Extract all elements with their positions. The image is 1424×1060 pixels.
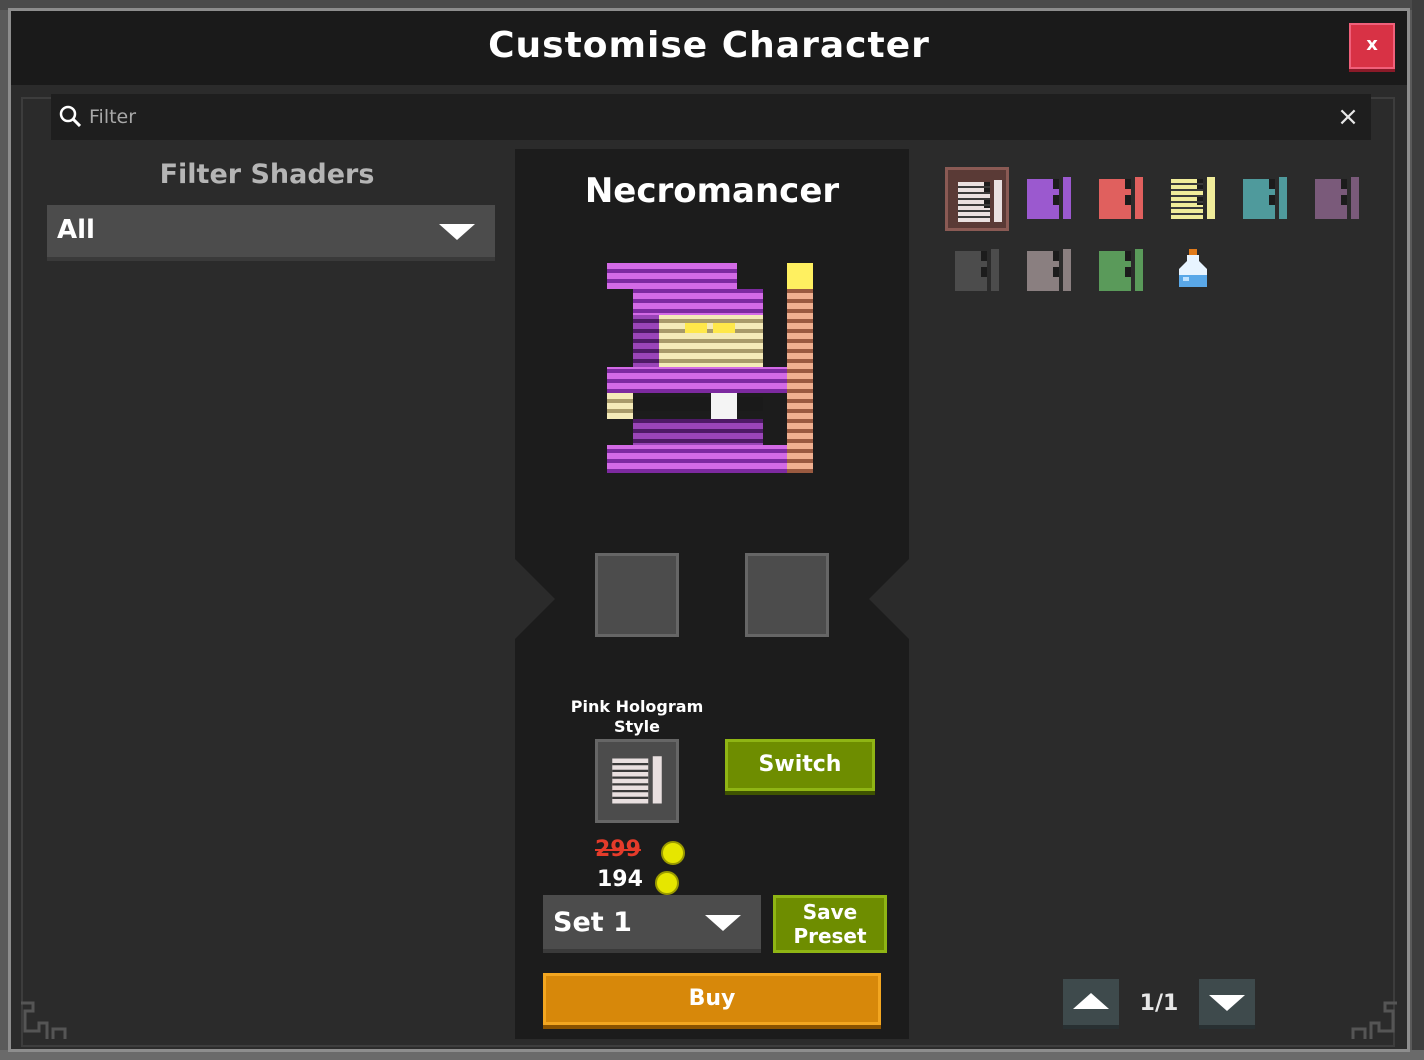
customise-character-window: Customise Character x × Filter Shaders A… xyxy=(8,8,1410,1052)
shader-icon xyxy=(1243,177,1287,219)
chevron-down-icon xyxy=(1209,995,1245,1011)
close-button[interactable]: x xyxy=(1349,23,1395,69)
shader-icon xyxy=(1027,177,1071,219)
chevron-down-icon xyxy=(439,224,475,240)
filter-shaders-dropdown[interactable]: All xyxy=(47,205,495,261)
clear-search-icon[interactable]: × xyxy=(1335,102,1361,132)
sale-price: 194 xyxy=(597,867,643,892)
panel-notch-left xyxy=(515,559,555,639)
shader-grid xyxy=(945,167,1395,327)
window-title: Customise Character xyxy=(488,25,930,66)
potion-icon xyxy=(1179,249,1207,287)
shader-icon xyxy=(1315,177,1359,219)
background-right xyxy=(1412,0,1424,1060)
selected-shader-slot[interactable] xyxy=(595,739,679,823)
coin-icon xyxy=(661,841,685,865)
shader-icon xyxy=(1027,249,1071,291)
shader-tile-purple[interactable] xyxy=(1017,167,1081,231)
shader-icon xyxy=(1099,177,1143,219)
equipment-slot-1[interactable] xyxy=(595,553,679,637)
search-bar: × xyxy=(51,94,1371,140)
save-preset-button[interactable]: Save Preset xyxy=(773,895,887,953)
shader-tile-potion[interactable] xyxy=(1161,239,1225,303)
shader-icon xyxy=(955,249,999,291)
page-down-button[interactable] xyxy=(1199,979,1255,1029)
shader-tile-dark-grey[interactable] xyxy=(945,239,1009,303)
search-input[interactable] xyxy=(89,102,1289,132)
corner-ornament-left xyxy=(21,1001,67,1039)
shader-tile-red[interactable] xyxy=(1089,167,1153,231)
character-preview xyxy=(607,263,813,473)
selected-shader-name: Pink Hologram Style xyxy=(570,697,704,736)
switch-button[interactable]: Switch xyxy=(725,739,875,791)
search-icon xyxy=(59,105,81,127)
filter-shaders-label: Filter Shaders xyxy=(159,159,375,190)
chevron-down-icon xyxy=(705,915,741,931)
preset-dropdown[interactable]: Set 1 xyxy=(543,895,761,953)
shader-tile-teal[interactable] xyxy=(1233,167,1297,231)
page-up-button[interactable] xyxy=(1063,979,1119,1029)
filter-dropdown-value: All xyxy=(57,215,95,245)
shader-icon xyxy=(958,180,1002,222)
shader-preview-icon xyxy=(612,756,662,804)
shader-tile-pink-hologram[interactable] xyxy=(945,167,1009,231)
character-name: Necromancer xyxy=(584,171,840,211)
title-bar: Customise Character x xyxy=(11,11,1407,85)
coin-icon xyxy=(655,871,679,895)
shader-tile-grey[interactable] xyxy=(1017,239,1081,303)
panel-notch-right xyxy=(869,559,909,639)
preset-dropdown-value: Set 1 xyxy=(553,907,632,938)
original-price: 299 xyxy=(595,837,641,862)
shader-icon xyxy=(1099,249,1143,291)
shader-tile-yellow-striped[interactable] xyxy=(1161,167,1225,231)
shader-tile-mauve[interactable] xyxy=(1305,167,1369,231)
chevron-up-icon xyxy=(1073,993,1109,1009)
corner-ornament-right xyxy=(1351,1001,1397,1039)
page-indicator: 1/1 xyxy=(1139,991,1179,1016)
equipment-slot-2[interactable] xyxy=(745,553,829,637)
shader-tile-green[interactable] xyxy=(1089,239,1153,303)
character-panel: Necromancer Pink Hologram Style Switch 2… xyxy=(515,149,909,1039)
shader-icon xyxy=(1171,177,1215,219)
buy-button[interactable]: Buy xyxy=(543,973,881,1025)
